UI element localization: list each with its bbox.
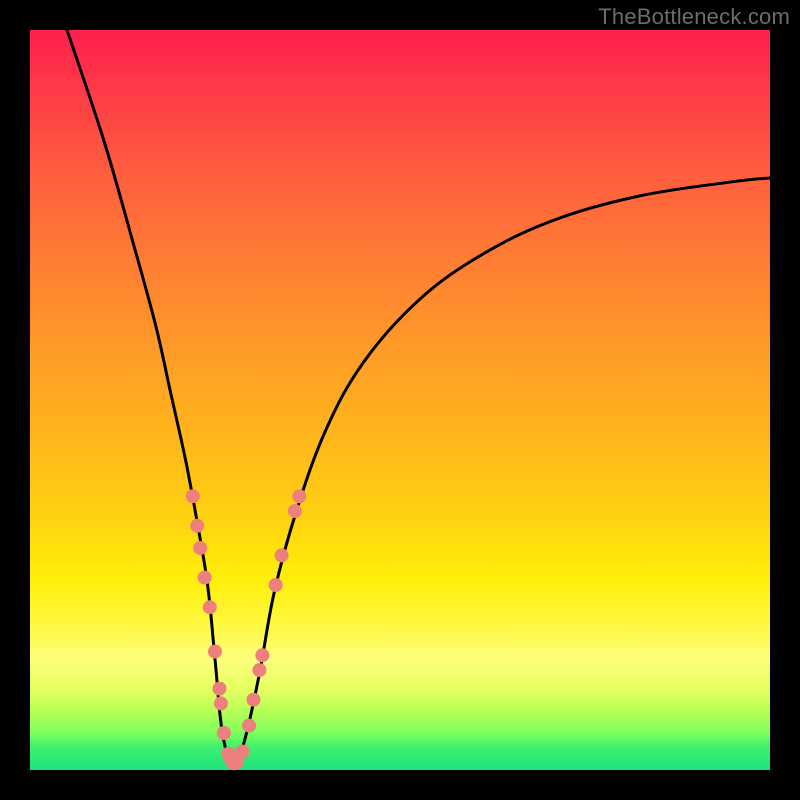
chart-svg [30, 30, 770, 770]
sample-dot [269, 578, 283, 592]
sample-dot [212, 682, 226, 696]
sample-dot [186, 489, 200, 503]
sample-dot [235, 745, 249, 759]
sample-dot [292, 489, 306, 503]
sample-dot [198, 571, 212, 585]
watermark-text: TheBottleneck.com [598, 4, 790, 30]
sample-dot [203, 600, 217, 614]
curve-layer [67, 30, 770, 766]
sample-dot [214, 696, 228, 710]
sample-dot [193, 541, 207, 555]
plot-area [30, 30, 770, 770]
sample-dot [190, 519, 204, 533]
sample-dot [208, 645, 222, 659]
dots-layer [186, 489, 307, 770]
sample-dot [217, 726, 231, 740]
sample-dot [288, 504, 302, 518]
sample-dot [275, 548, 289, 562]
sample-dot [242, 719, 256, 733]
sample-dot [252, 663, 266, 677]
bottleneck-curve [67, 30, 770, 766]
sample-dot [246, 693, 260, 707]
sample-dot [255, 648, 269, 662]
chart-frame: TheBottleneck.com [0, 0, 800, 800]
